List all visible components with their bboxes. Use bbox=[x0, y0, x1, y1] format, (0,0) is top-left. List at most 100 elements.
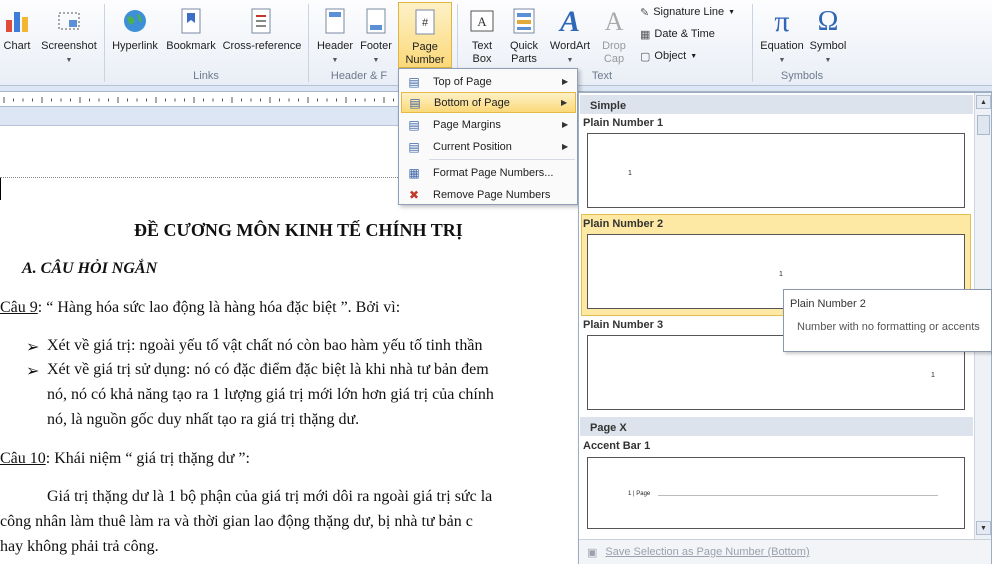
current-position-icon: ▤ bbox=[408, 139, 420, 154]
page-margins-icon: ▤ bbox=[408, 117, 420, 132]
bullet-arrow-icon: ➢ bbox=[26, 363, 40, 380]
bookmark-icon bbox=[175, 6, 207, 36]
page-number-menu: ▤ Top of Page ▶ ▤ Bottom of Page ▶ ▤ Page Mar… bbox=[398, 68, 578, 205]
omega-icon: Ω bbox=[817, 5, 839, 37]
header-icon bbox=[319, 6, 351, 36]
gallery-item-plain-number-1[interactable]: 1 bbox=[587, 133, 965, 208]
svg-text:#: # bbox=[422, 17, 429, 29]
section-heading: A. CÂU HỎI NGẮN bbox=[22, 260, 158, 277]
header-button[interactable]: Header ▼ bbox=[312, 2, 358, 68]
menu-item-current-position[interactable]: ▤ Current Position ▶ bbox=[401, 136, 576, 157]
bullet-arrow-icon: ➢ bbox=[26, 339, 40, 356]
divider bbox=[752, 4, 753, 82]
bullet-text: nó, là nguồn gốc duy nhất tạo ra giá trị… bbox=[47, 411, 360, 428]
save-selection-button[interactable]: ▣ Save Selection as Page Number (Bottom) bbox=[579, 539, 991, 564]
dropdown-arrow-icon: ▼ bbox=[372, 57, 380, 64]
scroll-up-icon[interactable]: ▲ bbox=[976, 95, 991, 109]
question-9: Câu 9: “ Hàng hóa sức lao động là hàng h… bbox=[0, 299, 400, 317]
dropdown-arrow-icon: ▼ bbox=[331, 57, 339, 64]
text-box-label-1: Text bbox=[471, 40, 493, 52]
submenu-arrow-icon: ▶ bbox=[562, 120, 569, 129]
text-box-button[interactable]: A Text Box bbox=[462, 2, 502, 68]
divider bbox=[104, 4, 105, 82]
chart-button[interactable]: Chart bbox=[0, 2, 34, 68]
screenshot-button[interactable]: Screenshot ▼ bbox=[38, 2, 100, 68]
save-gallery-icon: ▣ bbox=[587, 546, 598, 559]
paragraph-text: công nhân làm thuê làm ra và thời gian l… bbox=[0, 513, 473, 530]
drop-cap-icon: A bbox=[604, 6, 624, 36]
equation-button[interactable]: π Equation ▼ bbox=[756, 2, 808, 68]
menu-item-top-of-page[interactable]: ▤ Top of Page ▶ bbox=[401, 71, 576, 92]
date-time-button[interactable]: ▦ Date & Time bbox=[640, 25, 715, 43]
gallery-item-accent-bar-1[interactable]: 1 | Page bbox=[587, 457, 965, 529]
scroll-down-icon[interactable]: ▼ bbox=[976, 521, 991, 535]
submenu-arrow-icon: ▶ bbox=[562, 142, 569, 151]
text-box-label-2: Box bbox=[472, 53, 492, 65]
signature-line-button[interactable]: ✎ Signature Line ▼ bbox=[640, 3, 735, 21]
dropdown-arrow-icon: ▼ bbox=[65, 57, 73, 64]
thumb-page-number: 1 bbox=[628, 170, 632, 177]
gallery-item-title: Plain Number 2 bbox=[583, 218, 664, 230]
bullet-text: Xét về giá trị: ngoài yếu tố vật chất nó… bbox=[47, 337, 483, 354]
object-icon: ▢ bbox=[640, 50, 651, 63]
header-margin-line bbox=[0, 177, 400, 178]
wordart-icon: A bbox=[559, 4, 580, 38]
text-box-icon: A bbox=[466, 6, 498, 36]
scroll-thumb[interactable] bbox=[977, 115, 990, 135]
submenu-arrow-icon: ▶ bbox=[561, 98, 568, 107]
drop-cap-label-1: Drop bbox=[602, 40, 626, 52]
gallery-item-title: Plain Number 3 bbox=[583, 319, 664, 331]
globe-icon bbox=[119, 6, 151, 36]
bookmark-button[interactable]: Bookmark bbox=[162, 2, 220, 68]
calendar-icon: ▦ bbox=[640, 28, 651, 41]
gallery-item-title: Accent Bar 1 bbox=[583, 440, 651, 452]
quick-parts-label-2: Parts bbox=[511, 53, 537, 65]
thumb-accent-text: 1 | Page bbox=[628, 491, 651, 497]
dropdown-arrow-icon: ▼ bbox=[728, 8, 736, 16]
menu-separator bbox=[429, 159, 575, 160]
footer-button[interactable]: Footer ▼ bbox=[356, 2, 396, 68]
menu-item-bottom-of-page[interactable]: ▤ Bottom of Page ▶ bbox=[401, 92, 576, 113]
symbol-button[interactable]: Ω Symbol ▼ bbox=[808, 2, 848, 68]
menu-item-page-margins[interactable]: ▤ Page Margins ▶ bbox=[401, 114, 576, 135]
chart-icon bbox=[1, 6, 33, 36]
footer-icon bbox=[360, 6, 392, 36]
drop-cap-button[interactable]: A Drop Cap bbox=[594, 2, 634, 68]
gallery-item-title: Plain Number 1 bbox=[583, 117, 664, 129]
page-number-button[interactable]: # Page Number bbox=[398, 2, 452, 68]
page-number-label-1: Page bbox=[412, 41, 438, 53]
quick-parts-icon bbox=[508, 6, 540, 36]
quick-parts-button[interactable]: Quick Parts bbox=[504, 2, 544, 68]
menu-item-format-page-numbers[interactable]: ▦ Format Page Numbers... bbox=[401, 162, 576, 183]
dropdown-arrow-icon: ▼ bbox=[690, 52, 698, 60]
object-button[interactable]: ▢ Object ▼ bbox=[640, 47, 697, 65]
document-title: ĐỀ CƯƠNG MÔN KINH TẾ CHÍNH TRỊ bbox=[134, 220, 463, 240]
thumb-page-number: 1 bbox=[931, 372, 935, 379]
svg-text:A: A bbox=[477, 14, 487, 29]
question-text: : “ Hàng hóa sức lao động là hàng hóa đặ… bbox=[37, 299, 401, 316]
tooltip-title: Plain Number 2 bbox=[790, 298, 866, 310]
dropdown-arrow-icon: ▼ bbox=[566, 57, 574, 64]
remove-icon: ✖ bbox=[408, 187, 420, 202]
hyperlink-button[interactable]: Hyperlink bbox=[108, 2, 162, 68]
submenu-arrow-icon: ▶ bbox=[562, 77, 569, 86]
dropdown-arrow-icon: ▼ bbox=[824, 57, 832, 64]
dropdown-arrow-icon: ▼ bbox=[778, 57, 786, 64]
menu-item-remove-page-numbers[interactable]: ✖ Remove Page Numbers bbox=[401, 184, 576, 205]
cross-reference-button[interactable]: Cross-reference bbox=[220, 2, 304, 68]
wordart-button[interactable]: A WordArt ▼ bbox=[546, 2, 594, 68]
text-cursor bbox=[0, 178, 1, 200]
format-page-numbers-icon: ▦ bbox=[408, 165, 420, 180]
bullet-text: nó, nó có khả năng tạo ra 1 lượng giá tr… bbox=[47, 386, 494, 403]
group-label-links: Links bbox=[193, 70, 219, 82]
paragraph-text: hay không phải trả công. bbox=[0, 538, 159, 555]
signature-icon: ✎ bbox=[640, 6, 650, 19]
page-top-icon: ▤ bbox=[408, 74, 420, 89]
gallery-section-header: Simple bbox=[580, 95, 973, 114]
question-label: Câu 10 bbox=[0, 450, 46, 467]
bullet-text: Xét về giá trị sử dụng: nó có đặc điểm đ… bbox=[47, 361, 489, 378]
cross-reference-icon bbox=[246, 6, 278, 36]
question-label: Câu 9 bbox=[0, 299, 38, 316]
quick-parts-label-1: Quick bbox=[509, 40, 539, 52]
drop-cap-label-2: Cap bbox=[603, 53, 625, 65]
